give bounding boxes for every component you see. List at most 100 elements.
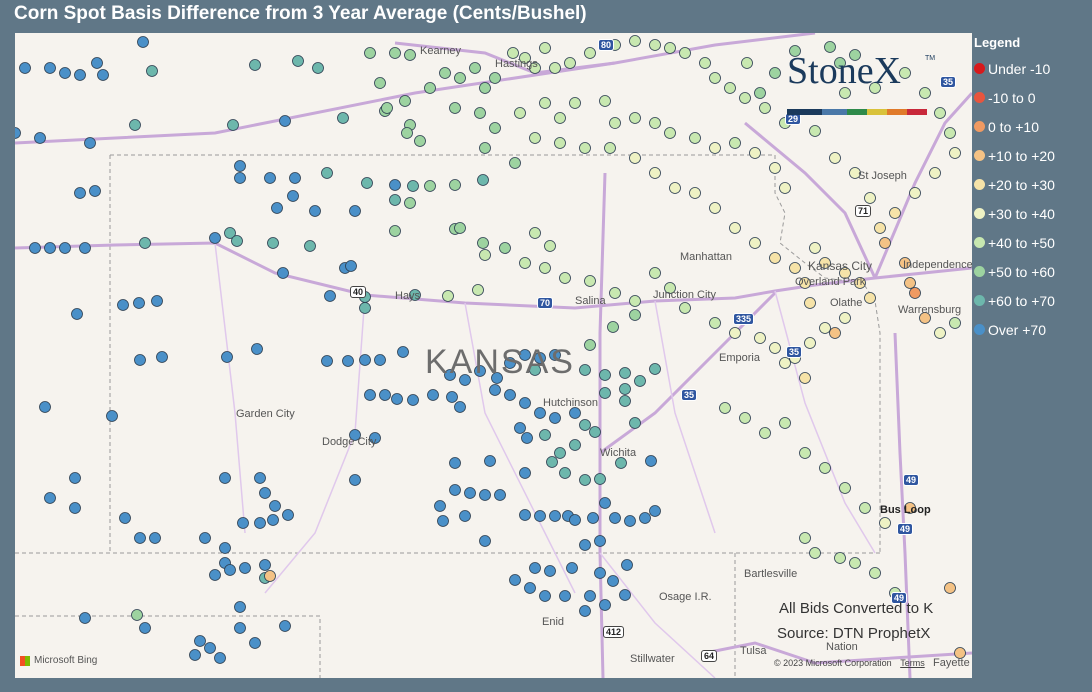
basis-location-dot[interactable]	[664, 127, 676, 139]
basis-location-dot[interactable]	[89, 185, 101, 197]
basis-location-dot[interactable]	[434, 500, 446, 512]
basis-location-dot[interactable]	[729, 137, 741, 149]
basis-location-dot[interactable]	[106, 410, 118, 422]
basis-location-dot[interactable]	[809, 125, 821, 137]
basis-location-dot[interactable]	[769, 252, 781, 264]
basis-location-dot[interactable]	[689, 132, 701, 144]
basis-location-dot[interactable]	[401, 127, 413, 139]
basis-location-dot[interactable]	[342, 355, 354, 367]
basis-location-dot[interactable]	[709, 142, 721, 154]
basis-location-dot[interactable]	[189, 649, 201, 661]
basis-location-dot[interactable]	[634, 375, 646, 387]
basis-location-dot[interactable]	[629, 417, 641, 429]
basis-location-dot[interactable]	[579, 605, 591, 617]
basis-location-dot[interactable]	[759, 427, 771, 439]
basis-location-dot[interactable]	[117, 299, 129, 311]
basis-location-dot[interactable]	[594, 567, 606, 579]
basis-location-dot[interactable]	[804, 337, 816, 349]
basis-location-dot[interactable]	[769, 342, 781, 354]
basis-location-dot[interactable]	[741, 57, 753, 69]
basis-location-dot[interactable]	[909, 287, 921, 299]
basis-location-dot[interactable]	[359, 354, 371, 366]
basis-location-dot[interactable]	[239, 562, 251, 574]
basis-location-dot[interactable]	[549, 62, 561, 74]
basis-location-dot[interactable]	[251, 343, 263, 355]
basis-location-dot[interactable]	[584, 339, 596, 351]
basis-location-dot[interactable]	[71, 308, 83, 320]
basis-location-dot[interactable]	[374, 77, 386, 89]
basis-location-dot[interactable]	[709, 202, 721, 214]
basis-location-dot[interactable]	[789, 262, 801, 274]
basis-location-dot[interactable]	[209, 232, 221, 244]
basis-location-dot[interactable]	[44, 492, 56, 504]
basis-location-dot[interactable]	[459, 510, 471, 522]
basis-location-dot[interactable]	[131, 609, 143, 621]
basis-location-dot[interactable]	[594, 473, 606, 485]
basis-location-dot[interactable]	[559, 590, 571, 602]
basis-location-dot[interactable]	[909, 187, 921, 199]
basis-location-dot[interactable]	[584, 275, 596, 287]
basis-location-dot[interactable]	[849, 557, 861, 569]
basis-location-dot[interactable]	[599, 369, 611, 381]
basis-location-dot[interactable]	[404, 49, 416, 61]
basis-location-dot[interactable]	[639, 512, 651, 524]
basis-location-dot[interactable]	[364, 389, 376, 401]
basis-location-dot[interactable]	[804, 297, 816, 309]
basis-location-dot[interactable]	[554, 112, 566, 124]
basis-location-dot[interactable]	[277, 267, 289, 279]
basis-location-dot[interactable]	[44, 242, 56, 254]
basis-location-dot[interactable]	[379, 389, 391, 401]
basis-location-dot[interactable]	[139, 237, 151, 249]
basis-location-dot[interactable]	[839, 482, 851, 494]
basis-location-dot[interactable]	[199, 532, 211, 544]
basis-location-dot[interactable]	[389, 194, 401, 206]
terms-link[interactable]: Terms	[900, 658, 925, 668]
basis-location-dot[interactable]	[519, 397, 531, 409]
basis-location-dot[interactable]	[479, 142, 491, 154]
basis-location-dot[interactable]	[839, 312, 851, 324]
basis-location-dot[interactable]	[529, 562, 541, 574]
basis-location-dot[interactable]	[534, 407, 546, 419]
basis-location-dot[interactable]	[809, 547, 821, 559]
basis-location-dot[interactable]	[389, 179, 401, 191]
basis-location-dot[interactable]	[934, 107, 946, 119]
basis-location-dot[interactable]	[754, 87, 766, 99]
basis-location-dot[interactable]	[521, 432, 533, 444]
basis-location-dot[interactable]	[321, 167, 333, 179]
basis-location-dot[interactable]	[59, 67, 71, 79]
basis-location-dot[interactable]	[554, 447, 566, 459]
basis-location-dot[interactable]	[539, 42, 551, 54]
basis-location-dot[interactable]	[349, 474, 361, 486]
basis-location-dot[interactable]	[579, 474, 591, 486]
basis-location-dot[interactable]	[609, 287, 621, 299]
map-canvas[interactable]: KANSAS Kearney Hastings St Joseph Manhat…	[15, 33, 972, 678]
basis-location-dot[interactable]	[539, 590, 551, 602]
basis-location-dot[interactable]	[629, 112, 641, 124]
legend-item[interactable]: +10 to +20	[974, 141, 1092, 170]
basis-location-dot[interactable]	[292, 55, 304, 67]
basis-location-dot[interactable]	[237, 517, 249, 529]
basis-location-dot[interactable]	[889, 207, 901, 219]
basis-location-dot[interactable]	[134, 354, 146, 366]
basis-location-dot[interactable]	[584, 47, 596, 59]
basis-location-dot[interactable]	[349, 205, 361, 217]
legend-item[interactable]: +60 to +70	[974, 286, 1092, 315]
basis-location-dot[interactable]	[234, 172, 246, 184]
basis-location-dot[interactable]	[139, 622, 151, 634]
basis-location-dot[interactable]	[146, 65, 158, 77]
basis-location-dot[interactable]	[724, 82, 736, 94]
basis-location-dot[interactable]	[599, 599, 611, 611]
basis-location-dot[interactable]	[864, 192, 876, 204]
basis-location-dot[interactable]	[479, 249, 491, 261]
basis-location-dot[interactable]	[564, 57, 576, 69]
basis-location-dot[interactable]	[397, 346, 409, 358]
basis-location-dot[interactable]	[489, 384, 501, 396]
basis-location-dot[interactable]	[337, 112, 349, 124]
basis-location-dot[interactable]	[424, 180, 436, 192]
legend-item[interactable]: +20 to +30	[974, 170, 1092, 199]
basis-location-dot[interactable]	[719, 402, 731, 414]
basis-location-dot[interactable]	[829, 152, 841, 164]
basis-location-dot[interactable]	[649, 39, 661, 51]
basis-location-dot[interactable]	[137, 36, 149, 48]
basis-location-dot[interactable]	[279, 620, 291, 632]
